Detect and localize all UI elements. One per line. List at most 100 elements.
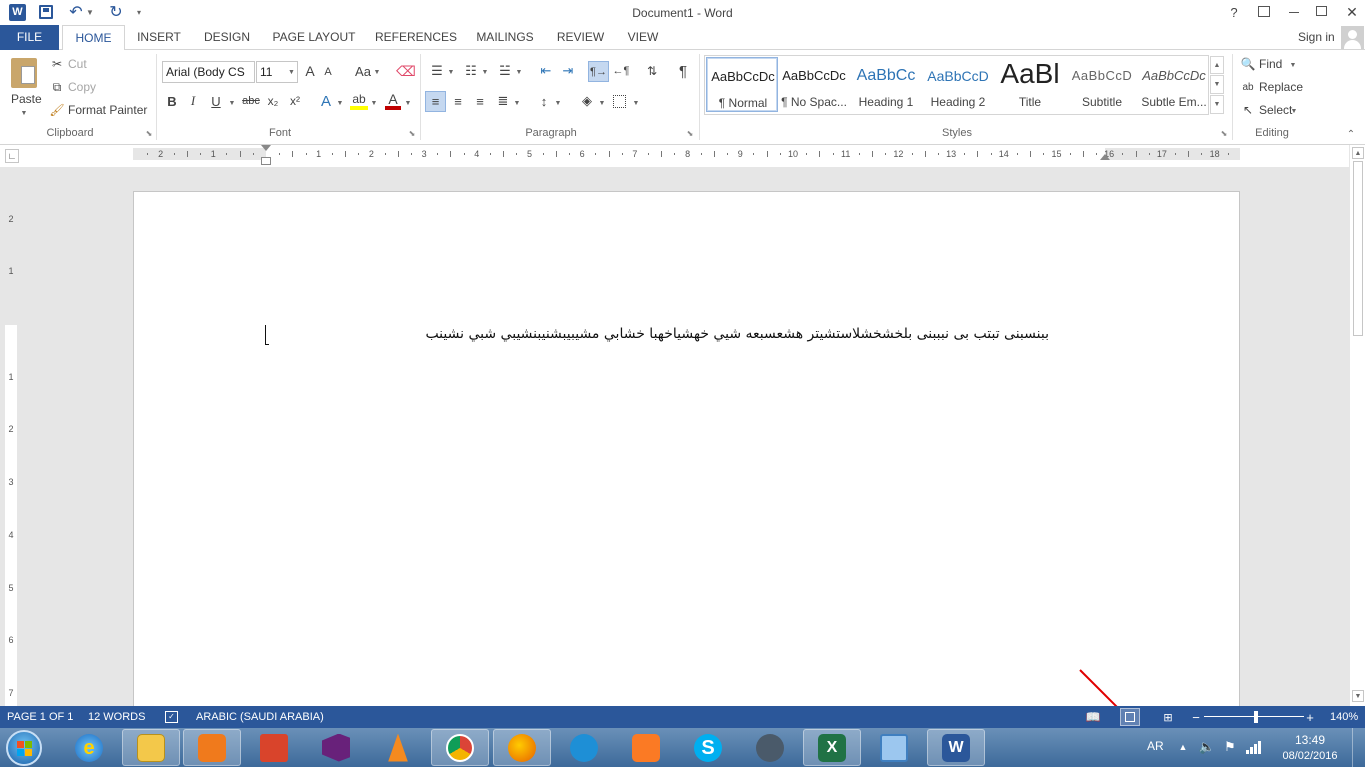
bold-button[interactable]: B xyxy=(164,92,180,110)
read-mode-icon[interactable]: 📖 xyxy=(1085,709,1101,725)
select-icon[interactable]: ↖ xyxy=(1240,102,1256,118)
justify-dropdown-icon[interactable]: ▼ xyxy=(513,98,521,108)
undo-dropdown-icon[interactable]: ▼ xyxy=(85,4,95,20)
web-layout-icon[interactable]: ⊞ xyxy=(1160,709,1176,725)
start-button-icon[interactable] xyxy=(6,730,42,766)
borders-icon[interactable] xyxy=(613,95,626,108)
vertical-ruler[interactable]: 2 1 1 2 3 4 5 6 7 xyxy=(5,191,17,706)
firefox-icon[interactable] xyxy=(493,729,551,766)
text-effects-dropdown-icon[interactable]: ▼ xyxy=(336,98,344,108)
multilevel-list-icon[interactable]: ☱ xyxy=(496,62,514,80)
ribbon-display-options-icon[interactable] xyxy=(1258,6,1270,17)
strikethrough-button[interactable]: abc xyxy=(241,92,261,110)
change-case-dropdown-icon[interactable]: ▼ xyxy=(373,67,381,77)
font-launcher-icon[interactable]: ⬊ xyxy=(408,129,416,138)
customize-qat-icon[interactable]: ▾ xyxy=(133,4,145,20)
clipboard-launcher-icon[interactable]: ⬊ xyxy=(145,129,153,138)
right-indent-marker[interactable] xyxy=(1100,154,1110,160)
style-heading-1[interactable]: AaBbCc Heading 1 xyxy=(850,57,922,112)
collapse-ribbon-icon[interactable]: ⌃ xyxy=(1345,128,1357,140)
document-page[interactable]: ببنسبنى تبتب بى نبببنى بلخشخشلاستشيتر هش… xyxy=(133,191,1240,711)
show-formatting-icon[interactable]: ¶ xyxy=(674,62,692,80)
tab-view[interactable]: VIEW xyxy=(622,25,664,50)
word-app-icon[interactable]: W xyxy=(9,4,26,21)
styles-scroll-down-icon[interactable]: ▼ xyxy=(1210,75,1224,94)
paste-button[interactable]: Paste xyxy=(11,92,42,106)
zoom-slider-thumb[interactable] xyxy=(1254,711,1258,723)
grow-font-icon[interactable]: A xyxy=(303,62,317,80)
select-button[interactable]: Select xyxy=(1259,103,1292,117)
tab-file[interactable]: FILE xyxy=(0,25,59,50)
clock-date[interactable]: 08/02/2016 xyxy=(1275,750,1345,762)
skype-icon[interactable]: S xyxy=(679,729,737,766)
tab-design[interactable]: DESIGN xyxy=(199,25,255,50)
find-dropdown-icon[interactable]: ▼ xyxy=(1289,60,1297,70)
select-dropdown-icon[interactable]: ▼ xyxy=(1290,106,1298,116)
windows-explorer-icon[interactable] xyxy=(122,729,180,766)
replace-button[interactable]: Replace xyxy=(1259,80,1303,94)
tab-home[interactable]: HOME xyxy=(62,25,125,51)
repeat-icon[interactable]: ↻ xyxy=(106,2,126,22)
find-icon[interactable]: 🔍 xyxy=(1240,56,1256,72)
tab-review[interactable]: REVIEW xyxy=(553,25,608,50)
format-painter-icon[interactable]: 🖌 xyxy=(49,103,64,117)
video-player-icon[interactable] xyxy=(183,729,241,766)
numbering-icon[interactable]: ☷ xyxy=(462,62,480,80)
books-icon[interactable] xyxy=(245,729,303,766)
highlight-dropdown-icon[interactable]: ▼ xyxy=(370,98,378,108)
visual-studio-icon[interactable] xyxy=(307,729,365,766)
scroll-thumb[interactable] xyxy=(1353,161,1363,336)
decrease-indent-icon[interactable]: ⇤ xyxy=(537,62,555,80)
sourcetree-icon[interactable] xyxy=(555,729,613,766)
left-to-right-icon[interactable]: ¶→ xyxy=(588,61,609,82)
style-title[interactable]: AaBl Title xyxy=(994,57,1066,112)
format-painter-button[interactable]: Format Painter xyxy=(68,103,147,117)
paragraph-launcher-icon[interactable]: ⬊ xyxy=(686,129,694,138)
change-case-icon[interactable]: Aa xyxy=(353,62,373,80)
zoom-in-button[interactable]: + xyxy=(1304,709,1316,725)
help-icon[interactable]: ? xyxy=(1226,3,1242,21)
underline-button[interactable]: U xyxy=(208,92,224,110)
clock-time[interactable]: 13:49 xyxy=(1280,733,1340,747)
word-count[interactable]: 12 WORDS xyxy=(88,711,145,723)
align-center-icon[interactable]: ≡ xyxy=(449,92,467,110)
scroll-up-icon[interactable]: ▲ xyxy=(1352,147,1364,159)
bullets-dropdown-icon[interactable]: ▼ xyxy=(447,67,455,77)
hanging-indent-marker[interactable] xyxy=(261,157,271,165)
font-color-icon[interactable]: A xyxy=(385,92,401,110)
input-language-indicator[interactable]: AR xyxy=(1147,739,1164,753)
page-count[interactable]: PAGE 1 OF 1 xyxy=(7,711,73,723)
paste-dropdown-icon[interactable]: ▼ xyxy=(19,108,29,118)
italic-button[interactable]: I xyxy=(186,92,200,110)
undo-icon[interactable]: ↶ xyxy=(66,2,86,22)
sign-in-link[interactable]: Sign in xyxy=(1298,30,1335,44)
clear-formatting-icon[interactable]: ⌫ xyxy=(396,62,416,80)
xampp-icon[interactable] xyxy=(617,729,675,766)
zoom-out-button[interactable]: − xyxy=(1190,709,1202,725)
horizontal-ruler[interactable]: 2 1 1 2 3 4 5 6 7 8 9 10 11 12 13 14 15 16 17 18 xyxy=(133,145,1240,165)
shrink-font-icon[interactable]: A xyxy=(322,64,334,80)
styles-launcher-icon[interactable]: ⬊ xyxy=(1220,129,1228,138)
language-indicator[interactable]: ARABIC (SAUDI ARABIA) xyxy=(196,711,324,723)
find-button[interactable]: Find xyxy=(1259,57,1282,71)
styles-scroll-up-icon[interactable]: ▲ xyxy=(1210,56,1224,74)
show-desktop-button[interactable] xyxy=(1352,728,1365,767)
proofing-icon[interactable]: ✓ xyxy=(165,711,178,723)
numbering-dropdown-icon[interactable]: ▼ xyxy=(481,67,489,77)
borders-dropdown-icon[interactable]: ▼ xyxy=(632,98,640,108)
right-to-left-icon[interactable]: ←¶ xyxy=(612,62,630,80)
paste-icon[interactable] xyxy=(11,58,37,88)
style-no-spacing[interactable]: AaBbCcDc ¶ No Spac... xyxy=(778,57,850,112)
justify-icon[interactable]: ≣ xyxy=(494,92,512,110)
action-center-flag-icon[interactable]: ⚑ xyxy=(1222,738,1238,756)
align-left-icon[interactable]: ≡ xyxy=(425,91,446,112)
vertical-scrollbar[interactable]: ▲ ▼ xyxy=(1349,145,1365,706)
tab-insert[interactable]: INSERT xyxy=(133,25,185,50)
multilevel-dropdown-icon[interactable]: ▼ xyxy=(515,67,523,77)
bullets-icon[interactable]: ☰ xyxy=(428,62,446,80)
cut-icon[interactable]: ✂ xyxy=(50,57,64,71)
vlc-icon[interactable] xyxy=(369,729,427,766)
restore-icon[interactable] xyxy=(1316,6,1327,16)
tab-page-layout[interactable]: PAGE LAYOUT xyxy=(268,25,360,50)
show-hidden-icons-icon[interactable]: ▲ xyxy=(1177,740,1189,754)
